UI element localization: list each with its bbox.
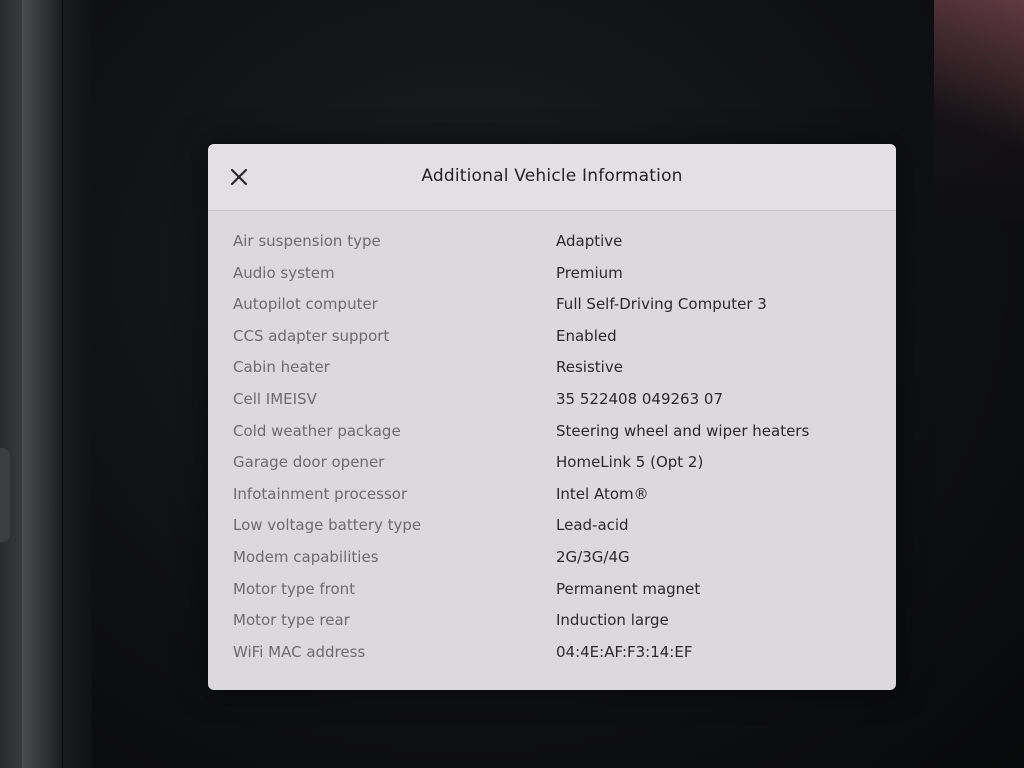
info-label: Cell IMEISV bbox=[233, 389, 317, 408]
info-value: 2G/3G/4G bbox=[556, 547, 630, 566]
info-row: Motor type rear Induction large bbox=[233, 607, 873, 639]
info-label: Motor type rear bbox=[233, 611, 350, 630]
info-row: Air suspension type Adaptive bbox=[233, 228, 873, 260]
info-value: HomeLink 5 (Opt 2) bbox=[556, 453, 704, 472]
display-bezel bbox=[0, 0, 92, 768]
info-value: Enabled bbox=[556, 326, 617, 345]
bezel-trim bbox=[22, 0, 63, 768]
info-value: Premium bbox=[556, 263, 623, 282]
info-value: Induction large bbox=[556, 611, 669, 630]
vehicle-info-modal: Additional Vehicle Information Air suspe… bbox=[208, 144, 896, 690]
info-label: Motor type front bbox=[233, 579, 356, 598]
info-value: 04:4E:AF:F3:14:EF bbox=[556, 642, 693, 661]
info-value: Adaptive bbox=[556, 232, 623, 250]
info-label: Infotainment processor bbox=[233, 484, 408, 503]
info-label: Audio system bbox=[233, 263, 335, 282]
info-label: CCS adapter support bbox=[233, 326, 390, 345]
info-row: WiFi MAC address 04:4E:AF:F3:14:EF bbox=[233, 639, 873, 671]
info-row: Autopilot computer Full Self-Driving Com… bbox=[233, 291, 873, 323]
info-value: Permanent magnet bbox=[556, 579, 701, 598]
info-row: Audio system Premium bbox=[233, 260, 873, 292]
info-row: Low voltage battery type Lead-acid bbox=[233, 512, 873, 544]
modal-title: Additional Vehicle Information bbox=[421, 166, 683, 186]
info-value: Full Self-Driving Computer 3 bbox=[556, 295, 767, 314]
info-label: Garage door opener bbox=[233, 453, 385, 472]
info-row: Infotainment processor Intel Atom® bbox=[233, 481, 873, 513]
info-label: Autopilot computer bbox=[233, 295, 378, 314]
info-value: 35 522408 049263 07 bbox=[556, 389, 723, 408]
info-value: Resistive bbox=[556, 358, 623, 377]
info-value: Intel Atom® bbox=[556, 484, 649, 503]
info-row: Cell IMEISV 35 522408 049263 07 bbox=[233, 386, 873, 418]
info-label: Cold weather package bbox=[233, 421, 401, 440]
bezel-knob bbox=[0, 448, 10, 542]
info-row: CCS adapter support Enabled bbox=[233, 323, 873, 355]
info-row: Motor type front Permanent magnet bbox=[233, 576, 873, 608]
screen-glare bbox=[934, 0, 1024, 220]
info-list: Air suspension type Adaptive Audio syste… bbox=[233, 228, 873, 670]
info-row: Garage door opener HomeLink 5 (Opt 2) bbox=[233, 449, 873, 481]
info-value: Steering wheel and wiper heaters bbox=[556, 421, 810, 440]
modal-header: Additional Vehicle Information bbox=[208, 144, 896, 211]
info-row: Modem capabilities 2G/3G/4G bbox=[233, 544, 873, 576]
info-label: Air suspension type bbox=[233, 232, 381, 250]
info-row: Cold weather package Steering wheel and … bbox=[233, 418, 873, 450]
info-label: Low voltage battery type bbox=[233, 516, 422, 535]
info-row: Cabin heater Resistive bbox=[233, 354, 873, 386]
info-label: WiFi MAC address bbox=[233, 642, 366, 661]
info-label: Cabin heater bbox=[233, 358, 330, 377]
info-value: Lead-acid bbox=[556, 516, 629, 535]
info-label: Modem capabilities bbox=[233, 547, 379, 566]
